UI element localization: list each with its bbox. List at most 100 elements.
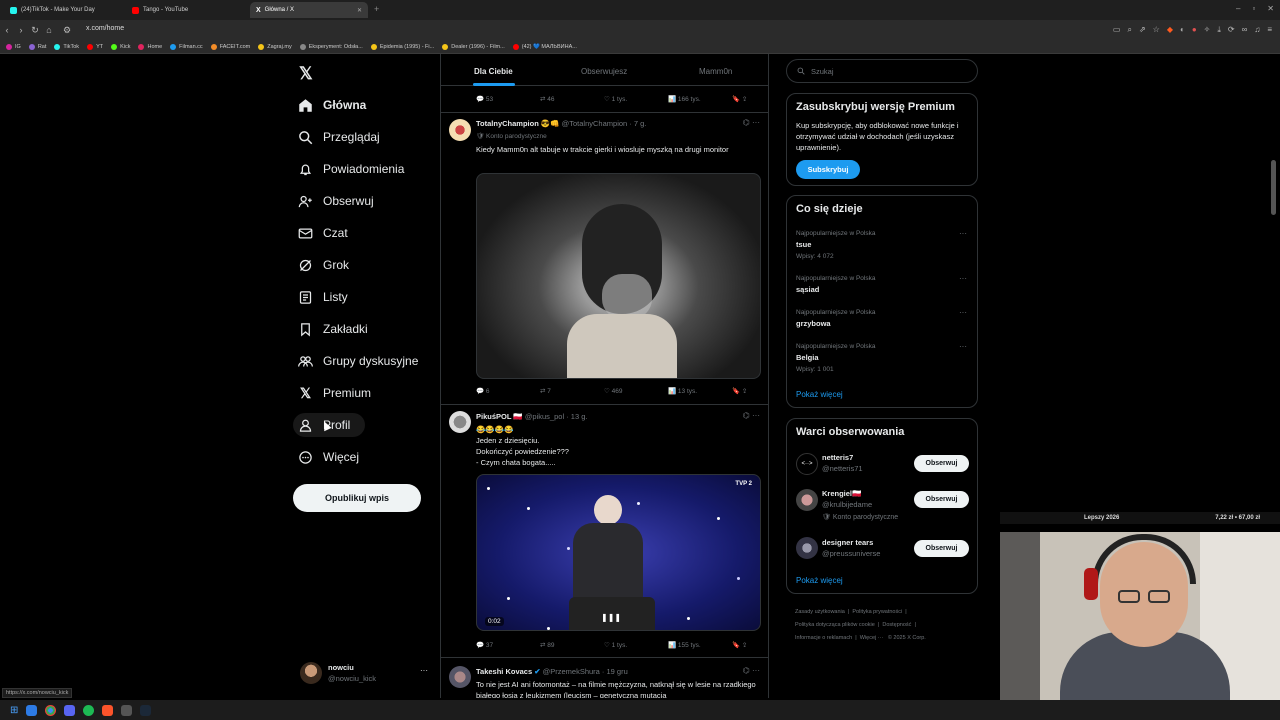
- post-button[interactable]: Opublikuj wpis: [293, 484, 421, 512]
- discord-icon[interactable]: [64, 704, 76, 716]
- pause-icon[interactable]: ❚❚❚: [601, 613, 621, 622]
- bookmark-item[interactable]: Kick: [111, 43, 130, 50]
- footer-link[interactable]: Informacje o reklamach: [795, 635, 852, 641]
- bookmark-item[interactable]: (42) 💙 МАЛЬВИНА...: [512, 43, 577, 50]
- extension-icon[interactable]: ●: [1192, 25, 1197, 35]
- x-logo-icon[interactable]: 𝕏: [299, 64, 313, 84]
- tweet[interactable]: Takeshi Kovacs ✔ @PrzemekShura · 19 gru …: [441, 658, 768, 698]
- account-switcher[interactable]: nowciu @nowciu_kick ···: [298, 660, 434, 688]
- nav-explore[interactable]: Przeglądaj: [298, 125, 380, 149]
- bookmark-item[interactable]: Zagraj.my: [258, 43, 292, 50]
- extension-icon[interactable]: ◐: [1180, 25, 1185, 35]
- menu-icon[interactable]: ≡: [1267, 25, 1272, 35]
- tweet-more-icon[interactable]: ⌬ ···: [743, 411, 760, 420]
- footer-link[interactable]: Polityka prywatności: [852, 609, 902, 615]
- bookmark-item[interactable]: FACEIT.com: [210, 43, 250, 50]
- more-dots-icon[interactable]: ···: [959, 308, 967, 317]
- repost-button[interactable]: ⇄ 7: [540, 387, 604, 395]
- nav-communities[interactable]: Grupy dyskusyjne: [298, 349, 418, 373]
- address-bar[interactable]: x.com/home: [86, 25, 124, 32]
- nav-bookmarks[interactable]: Zakładki: [298, 317, 368, 341]
- bookmark-item[interactable]: TikTok: [54, 43, 79, 50]
- browser-tab-tiktok[interactable]: (24)TikTok - Make Your Day: [4, 2, 124, 18]
- views-button[interactable]: 📊 166 tys.: [668, 95, 732, 103]
- brave-icon[interactable]: [102, 704, 114, 716]
- bookmark-item[interactable]: Epidemia (1995) - Fi...: [370, 43, 434, 50]
- search-input[interactable]: Szukaj: [786, 59, 978, 83]
- download-icon[interactable]: ⤓: [1217, 25, 1221, 35]
- like-button[interactable]: ♡ 469: [604, 387, 668, 395]
- more-dots-icon[interactable]: ···: [959, 342, 967, 351]
- repost-button[interactable]: ⇄ 89: [540, 641, 604, 649]
- app-icon[interactable]: [121, 704, 133, 716]
- new-tab-icon[interactable]: +: [374, 4, 379, 14]
- trend-topic[interactable]: tsue: [796, 240, 811, 249]
- reply-button[interactable]: 💬 37: [476, 641, 540, 649]
- trend-topic[interactable]: grzybowa: [796, 319, 831, 328]
- footer-link[interactable]: Polityka dotycząca plików cookie: [795, 622, 875, 628]
- windows-start-icon[interactable]: ⊞: [10, 705, 18, 716]
- like-button[interactable]: ♡ 1 tys.: [604, 95, 668, 103]
- tweet[interactable]: TotalnyChampion 😎👊 @TotalnyChampion · 7 …: [441, 113, 768, 405]
- nav-notifications[interactable]: Powiadomienia: [298, 157, 404, 181]
- minimize-icon[interactable]: –: [1236, 4, 1240, 13]
- views-button[interactable]: 📊 13 tys.: [668, 387, 732, 395]
- tweet-media-gif[interactable]: [476, 173, 761, 379]
- trend-topic[interactable]: Belgia: [796, 353, 819, 362]
- bookmark-item[interactable]: Eksperyment: Odsła...: [299, 43, 363, 50]
- show-more-follow-link[interactable]: Pokaż więcej: [796, 576, 843, 585]
- tweet-author[interactable]: PikuśPOL 🇵🇱 @pikus_pol · 13 g.: [476, 412, 587, 421]
- browser-tab-youtube[interactable]: Tango - YouTube: [126, 2, 246, 18]
- nav-premium[interactable]: 𝕏 Premium: [298, 381, 371, 405]
- bookmark-item[interactable]: Filman.cc: [170, 43, 203, 50]
- views-button[interactable]: 📊 155 tys.: [668, 641, 732, 649]
- reload-icon[interactable]: ↻: [28, 25, 42, 36]
- suggested-user-name[interactable]: Krengiel🇵🇱: [822, 489, 861, 498]
- nav-chat[interactable]: Czat: [298, 221, 348, 245]
- bookmark-button[interactable]: 🔖 ⇪: [732, 641, 747, 649]
- bookmark-item[interactable]: YT: [87, 43, 103, 50]
- more-dots-icon[interactable]: ···: [420, 666, 428, 675]
- zoom-icon[interactable]: ⌕: [1127, 25, 1131, 35]
- nav-follow[interactable]: Obserwuj: [298, 189, 374, 213]
- follow-button[interactable]: Obserwuj: [914, 455, 969, 472]
- tweet[interactable]: PikuśPOL 🇵🇱 @pikus_pol · 13 g. ⌬ ··· 😂😂😂…: [441, 405, 768, 658]
- avatar[interactable]: [449, 119, 471, 141]
- share-icon[interactable]: ⇗: [1139, 25, 1146, 35]
- nav-grok[interactable]: Grok: [298, 253, 349, 277]
- tab-following[interactable]: Obserwujesz: [581, 67, 627, 76]
- tweet-more-icon[interactable]: ⌬ ···: [743, 118, 760, 127]
- repost-button[interactable]: ⇄ 46: [540, 95, 604, 103]
- tab-for-you[interactable]: Dla Ciebie: [474, 67, 513, 76]
- window-close-icon[interactable]: ✕: [1267, 4, 1274, 13]
- back-icon[interactable]: ‹: [0, 25, 14, 35]
- tweet-author[interactable]: TotalnyChampion 😎👊 @TotalnyChampion · 7 …: [476, 119, 646, 128]
- maximize-icon[interactable]: ▫: [1252, 4, 1255, 13]
- avatar[interactable]: [796, 489, 818, 511]
- avatar[interactable]: <··>: [796, 453, 818, 475]
- avatar[interactable]: [449, 411, 471, 433]
- chrome-icon[interactable]: [45, 704, 57, 716]
- tab-close-icon[interactable]: ✕: [357, 7, 362, 14]
- link-icon[interactable]: ∞: [1242, 25, 1248, 35]
- tweet-author[interactable]: Takeshi Kovacs ✔ @PrzemekShura · 19 gru: [476, 667, 628, 676]
- browser-tab-x[interactable]: X Główna / X ✕: [250, 2, 368, 18]
- bookmark-item[interactable]: Home: [138, 43, 162, 50]
- follow-button[interactable]: Obserwuj: [914, 540, 969, 557]
- bookmark-item[interactable]: Dealer (1996) - Film...: [442, 43, 505, 50]
- nav-more[interactable]: Więcej: [298, 445, 359, 469]
- media-icon[interactable]: ♫: [1254, 25, 1260, 35]
- bookmark-button[interactable]: 🔖 ⇪: [732, 95, 747, 103]
- suggested-user-name[interactable]: designer tears: [822, 538, 873, 547]
- tweet-more-icon[interactable]: ⌬ ···: [743, 666, 760, 675]
- tweet-media-video[interactable]: TVP 2 ❚❚❚ 0:02: [476, 474, 761, 631]
- more-dots-icon[interactable]: ···: [959, 274, 967, 283]
- spotify-icon[interactable]: [83, 704, 95, 716]
- footer-link[interactable]: Zasady użytkowania: [795, 609, 845, 615]
- cast-icon[interactable]: ▭: [1113, 25, 1121, 35]
- suggested-user-name[interactable]: netteris7: [822, 453, 853, 462]
- forward-icon[interactable]: ›: [14, 25, 28, 35]
- nav-lists[interactable]: Listy: [298, 285, 348, 309]
- site-info-icon[interactable]: ⚙: [60, 25, 74, 36]
- steam-icon[interactable]: [140, 704, 152, 716]
